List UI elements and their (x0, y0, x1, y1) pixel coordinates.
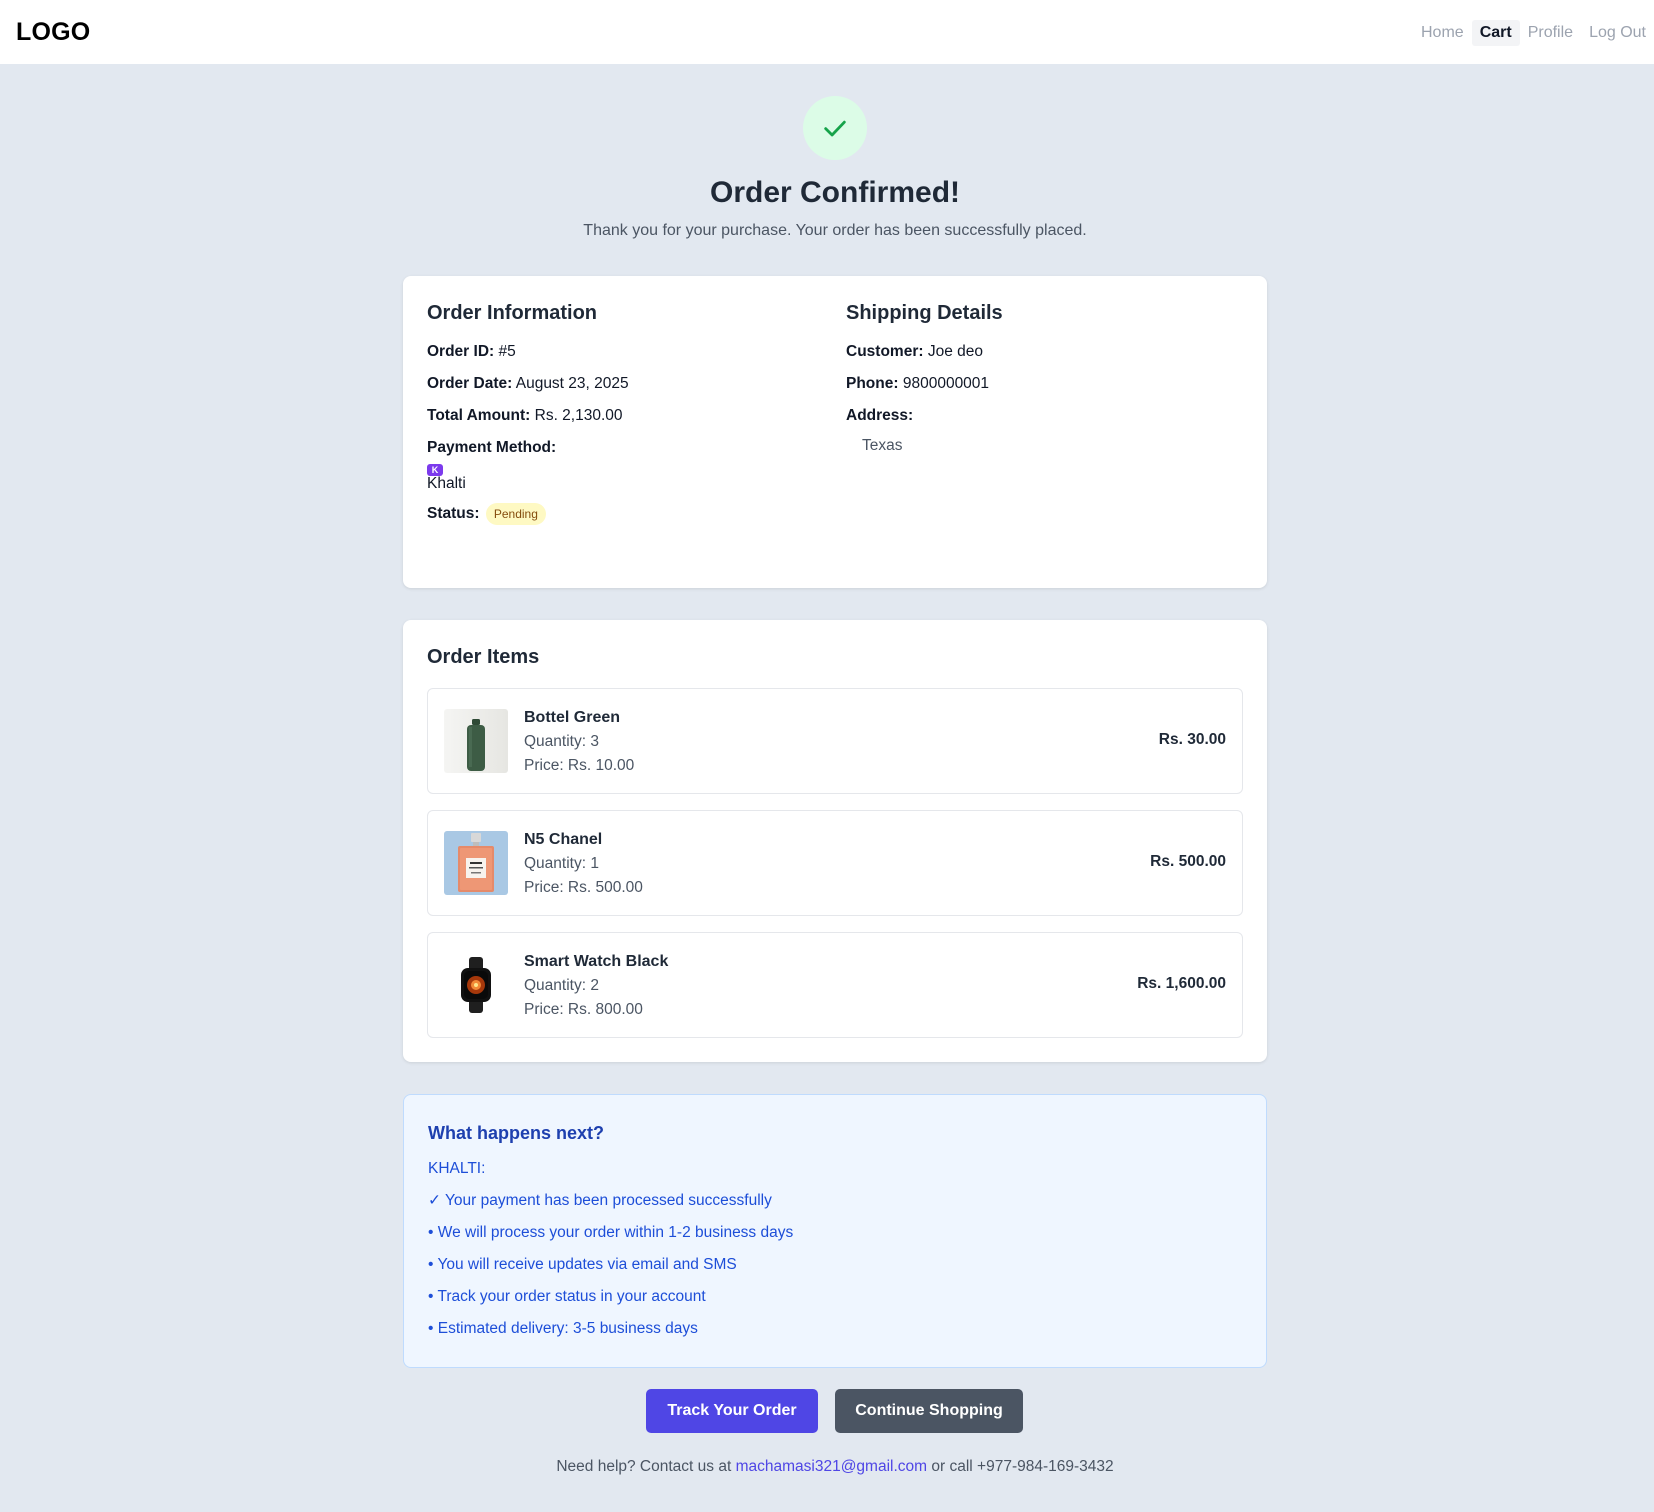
item-total: Rs. 1,600.00 (1137, 975, 1226, 992)
status-row: Status: Pending (427, 503, 827, 525)
order-date-label: Order Date: (427, 375, 513, 392)
help-text: Need help? Contact us at machamasi321@gm… (0, 1458, 1654, 1476)
next-step-line: • You will receive updates via email and… (428, 1256, 737, 1273)
order-item: Smart Watch Black Quantity: 2 Price: Rs.… (427, 932, 1243, 1038)
next-step-line: ✓ Your payment has been processed succes… (428, 1192, 772, 1209)
item-details: N5 Chanel Quantity: 1 Price: Rs. 500.00 (524, 829, 643, 901)
nav-logout[interactable]: Log Out (1581, 20, 1654, 46)
payment-method-value: Khalti (427, 475, 466, 492)
item-total: Rs. 30.00 (1158, 731, 1226, 748)
item-total: Rs. 500.00 (1150, 853, 1226, 870)
product-image-perfume-bottle (444, 831, 508, 895)
khalti-icon-wrap: K (427, 463, 827, 476)
next-steps-title: What happens next? (428, 1123, 605, 1143)
next-step-line: • Estimated delivery: 3-5 business days (428, 1320, 698, 1337)
customer-value: Joe deo (927, 343, 983, 360)
address-row: Address: (846, 405, 1246, 427)
order-date-row: Order Date: August 23, 2025 (427, 373, 827, 395)
status-badge: Pending (485, 503, 546, 525)
item-name: N5 Chanel (524, 831, 603, 848)
nav-profile[interactable]: Profile (1520, 20, 1581, 46)
phone-label: Phone: (846, 375, 899, 392)
item-price: Price: Rs. 10.00 (524, 757, 635, 774)
item-quantity: Quantity: 3 (524, 733, 599, 750)
customer-label: Customer: (846, 343, 924, 360)
continue-shopping-button[interactable]: Continue Shopping (835, 1389, 1023, 1433)
next-step-line: • Track your order status in your accoun… (428, 1288, 706, 1305)
item-quantity: Quantity: 1 (524, 855, 599, 872)
nav-cart[interactable]: Cart (1471, 20, 1520, 46)
order-id-value: #5 (498, 343, 516, 360)
payment-method-row: Payment Method: (427, 437, 827, 459)
order-id-row: Order ID: #5 (427, 341, 827, 363)
top-navbar: LOGO Home Cart Profile Log Out (0, 0, 1654, 64)
payment-method-label: Payment Method: (427, 439, 557, 456)
track-order-button[interactable]: Track Your Order (646, 1389, 818, 1433)
item-price: Price: Rs. 800.00 (524, 1001, 643, 1018)
total-amount-row: Total Amount: Rs. 2,130.00 (427, 405, 827, 427)
total-amount-label: Total Amount: (427, 407, 531, 424)
address-value: Texas (862, 437, 903, 454)
next-steps-content: What happens next? KHALTI: ✓ Your paymen… (428, 1123, 793, 1350)
page-title: Order Confirmed! (709, 176, 961, 209)
page-subtitle: Thank you for your purchase. Your order … (583, 222, 1087, 239)
status-label: Status: (427, 505, 480, 523)
support-email-link[interactable]: machamasi321@gmail.com (736, 1458, 927, 1475)
nav-home[interactable]: Home (1413, 20, 1472, 46)
order-info-card: Order Information Order ID: #5 Order Dat… (403, 276, 1267, 588)
shipping-details-title: Shipping Details (846, 302, 1003, 324)
item-details: Bottel Green Quantity: 3 Price: Rs. 10.0… (524, 707, 634, 779)
check-icon (824, 120, 846, 137)
order-item: N5 Chanel Quantity: 1 Price: Rs. 500.00 … (427, 810, 1243, 916)
next-step-line: • We will process your order within 1-2 … (428, 1224, 794, 1241)
order-information-title: Order Information (427, 302, 598, 324)
help-suffix: or call +977-984-169-3432 (931, 1458, 1114, 1475)
order-id-label: Order ID: (427, 343, 495, 360)
phone-value: 9800000001 (902, 375, 990, 392)
phone-row: Phone: 9800000001 (846, 373, 1246, 395)
address-label: Address: (846, 407, 914, 424)
item-name: Bottel Green (524, 709, 621, 726)
next-steps-panel: What happens next? KHALTI: ✓ Your paymen… (403, 1094, 1267, 1368)
logo[interactable]: LOGO (16, 18, 90, 47)
product-image-smart-watch (444, 953, 508, 1017)
item-name: Smart Watch Black (524, 953, 669, 970)
item-details: Smart Watch Black Quantity: 2 Price: Rs.… (524, 951, 668, 1023)
order-date-value: August 23, 2025 (515, 375, 629, 392)
customer-row: Customer: Joe deo (846, 341, 1246, 363)
order-item: Bottel Green Quantity: 3 Price: Rs. 10.0… (427, 688, 1243, 794)
main-nav: Home Cart Profile Log Out (1413, 20, 1654, 46)
total-amount-value: Rs. 2,130.00 (534, 407, 623, 424)
shipping-details-section: Shipping Details Customer: Joe deo Phone… (846, 302, 1246, 455)
order-items-card: Order Items Bottel Green Quantity: 3 Pri… (403, 620, 1267, 1062)
order-items-title: Order Items (427, 646, 540, 668)
order-information-section: Order Information Order ID: #5 Order Dat… (427, 302, 827, 535)
success-badge (803, 96, 867, 160)
help-prefix: Need help? Contact us at (556, 1458, 732, 1475)
next-step-line: KHALTI: (428, 1160, 486, 1177)
item-price: Price: Rs. 500.00 (524, 879, 643, 896)
product-image-green-bottle (444, 709, 508, 773)
item-quantity: Quantity: 2 (524, 977, 599, 994)
